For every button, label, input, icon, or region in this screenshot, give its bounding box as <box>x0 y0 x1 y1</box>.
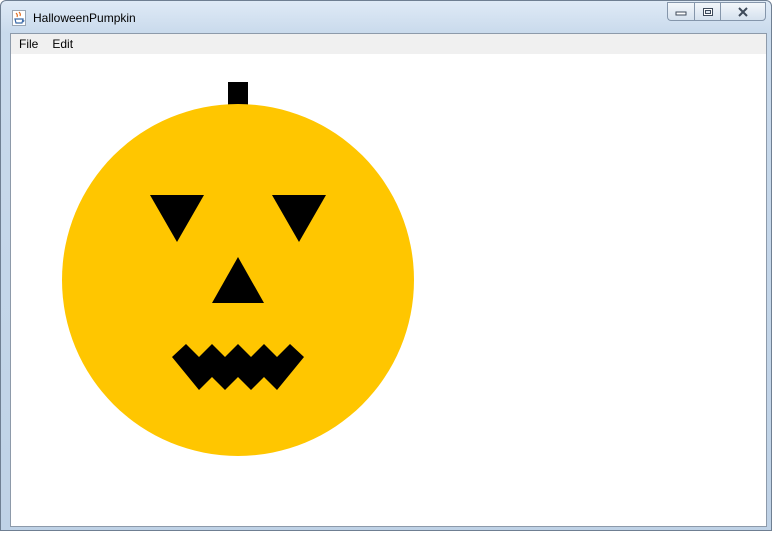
minimize-button[interactable] <box>667 2 694 21</box>
maximize-icon <box>702 7 713 16</box>
pumpkin-stem <box>228 82 248 105</box>
pumpkin-drawing <box>62 82 414 456</box>
close-button[interactable] <box>720 2 766 21</box>
app-window: HalloweenPumpkin File Edit <box>0 0 772 531</box>
close-icon <box>738 6 748 17</box>
menu-bar: File Edit <box>11 34 766 54</box>
client-area: File Edit <box>10 33 767 527</box>
java-cup-icon[interactable] <box>12 10 26 26</box>
maximize-button[interactable] <box>694 2 720 21</box>
menu-file[interactable]: File <box>11 34 45 54</box>
window-controls <box>667 2 766 21</box>
window-title: HalloweenPumpkin <box>33 11 136 25</box>
minimize-icon <box>675 11 687 15</box>
menu-edit[interactable]: Edit <box>45 34 80 54</box>
drawing-canvas[interactable] <box>11 54 766 526</box>
title-bar[interactable]: HalloweenPumpkin <box>1 1 771 33</box>
